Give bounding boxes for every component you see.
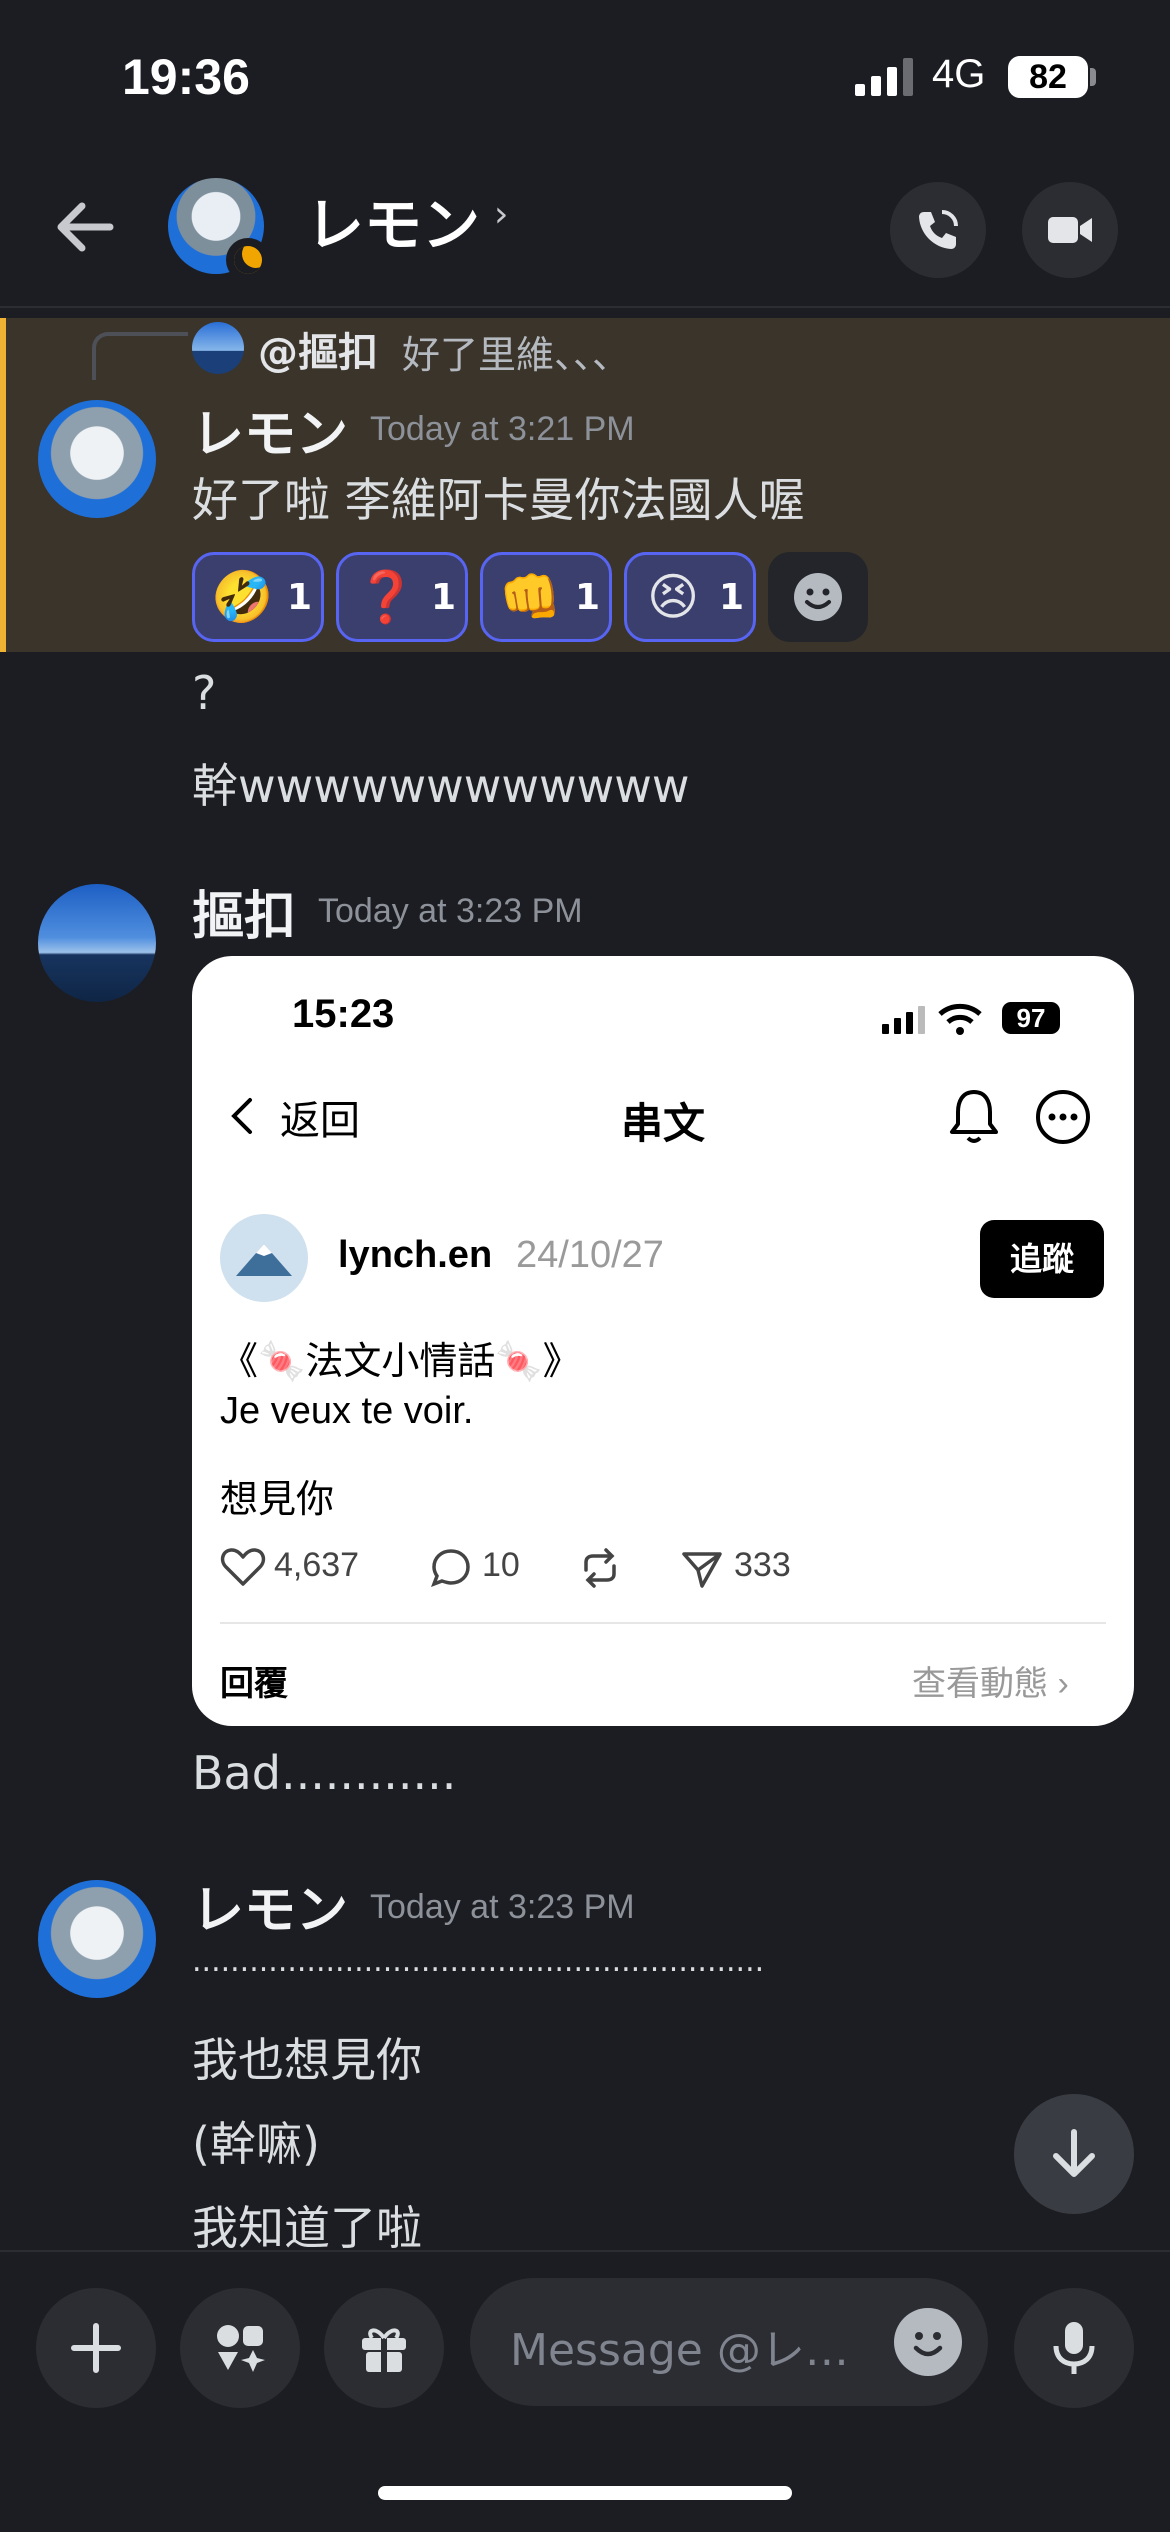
message-author[interactable]: レモン xyxy=(192,1868,348,1943)
share-count: 333 xyxy=(734,1546,791,1584)
reply-snippet[interactable]: 好了里維、、、 xyxy=(402,324,630,379)
reaction-persevere[interactable]: 😣 1 xyxy=(624,552,756,642)
fist-emoji-icon: 👊 xyxy=(499,568,562,626)
signal-icon xyxy=(882,1006,925,1034)
embed-follow-button: 追蹤 xyxy=(980,1220,1104,1298)
microphone-icon xyxy=(1053,2322,1095,2374)
apps-button[interactable] xyxy=(180,2288,300,2408)
reaction-question[interactable]: ❓ 1 xyxy=(336,552,468,642)
add-reaction-button[interactable] xyxy=(768,552,868,642)
phone-icon xyxy=(919,210,958,249)
image-attachment[interactable]: 15:23 97 返回 串文 lynch.en 24/10/27 追蹤 《🍬法文… xyxy=(192,956,1134,1726)
battery-icon: 97 xyxy=(1002,1002,1060,1034)
idle-status-icon xyxy=(226,238,270,282)
embed-reply-label: 回覆 xyxy=(220,1665,288,1703)
divider xyxy=(220,1622,1106,1624)
video-camera-icon xyxy=(1048,217,1092,243)
mountain-icon xyxy=(236,1244,292,1276)
heart-icon xyxy=(220,1548,266,1586)
embed-post-line: 《🍬法文小情話🍬》 xyxy=(220,1341,581,1383)
message-timestamp: Today at 3:21 PM xyxy=(370,410,635,448)
message-author[interactable]: レモン xyxy=(192,392,348,467)
comment-icon xyxy=(431,1549,470,1587)
message-timestamp: Today at 3:23 PM xyxy=(318,892,583,930)
message-text: 幹wwwwwwwwwwww xyxy=(192,759,690,813)
back-arrow-icon[interactable] xyxy=(48,190,122,264)
message-text: ........................................… xyxy=(192,1944,765,1979)
reaction-rofl[interactable]: 🤣 1 xyxy=(192,552,324,642)
smiley-icon xyxy=(794,573,842,621)
question-emoji-icon: ❓ xyxy=(355,568,418,626)
gift-button[interactable] xyxy=(324,2288,444,2408)
avatar[interactable] xyxy=(38,400,156,518)
emoji-picker-icon[interactable] xyxy=(894,2308,962,2376)
reply-connector xyxy=(92,332,188,380)
message-text: Bad............ xyxy=(192,1746,457,1800)
status-bar: 19:36 4G 82 xyxy=(0,0,1170,150)
message-placeholder: Message @レ… xyxy=(510,2325,849,2376)
more-options-icon xyxy=(1036,1090,1090,1144)
battery-tip xyxy=(1090,68,1096,86)
embed-view-activity: 查看動態 › xyxy=(912,1665,1069,1703)
bell-icon xyxy=(950,1090,998,1143)
share-icon xyxy=(682,1552,722,1588)
reaction-count: 1 xyxy=(287,577,313,618)
voice-message-button[interactable] xyxy=(1014,2288,1134,2408)
battery-icon: 82 xyxy=(1008,56,1088,98)
reaction-fist[interactable]: 👊 1 xyxy=(480,552,612,642)
reaction-count: 1 xyxy=(431,577,457,618)
apps-icon xyxy=(217,2325,265,2372)
message-text: (幹嘛) xyxy=(192,2117,320,2171)
embed-post-line: Je veux te voir. xyxy=(220,1390,474,1432)
message-text: 我也想見你 xyxy=(192,2033,422,2087)
add-attachment-button[interactable] xyxy=(36,2288,156,2408)
persevere-emoji-icon: 😣 xyxy=(646,568,700,626)
contact-name[interactable]: レモン xyxy=(306,178,480,262)
rofl-emoji-icon: 🤣 xyxy=(211,568,274,626)
embed-post-line: 想見你 xyxy=(220,1479,335,1521)
message-author[interactable]: 摳扣 xyxy=(192,874,296,949)
message-text: 好了啦 李維阿卡曼你法國人喔 xyxy=(192,473,805,527)
repost-icon xyxy=(584,1548,616,1588)
message-text: ? xyxy=(192,666,217,720)
comment-count: 10 xyxy=(482,1546,520,1584)
avatar[interactable] xyxy=(38,884,156,1002)
avatar[interactable] xyxy=(38,1880,156,1998)
jump-to-bottom-button[interactable] xyxy=(1014,2094,1134,2214)
voice-call-button[interactable] xyxy=(890,182,986,278)
plus-icon xyxy=(71,2323,121,2373)
embed-status-time: 15:23 xyxy=(292,992,395,1036)
status-time: 19:36 xyxy=(122,49,250,105)
reaction-count: 1 xyxy=(575,577,601,618)
embed-date: 24/10/27 xyxy=(516,1234,664,1276)
reply-author[interactable]: @摳扣 xyxy=(258,320,378,378)
reply-avatar xyxy=(192,322,244,374)
gift-icon xyxy=(362,2328,406,2372)
signal-icon xyxy=(855,58,913,96)
video-call-button[interactable] xyxy=(1022,182,1118,278)
chevron-right-icon[interactable]: › xyxy=(494,194,508,235)
home-indicator xyxy=(378,2486,792,2500)
like-count: 4,637 xyxy=(274,1546,360,1584)
message-text: 我知道了啦 xyxy=(192,2201,422,2255)
embed-username: lynch.en xyxy=(338,1234,493,1276)
message-input[interactable]: Message @レ… xyxy=(470,2278,988,2406)
message-timestamp: Today at 3:23 PM xyxy=(370,1888,635,1926)
smiley-icon xyxy=(913,2332,943,2357)
network-label: 4G xyxy=(932,52,986,96)
embed-user-avatar xyxy=(220,1214,308,1302)
arrow-down-icon xyxy=(1053,2129,1095,2177)
reaction-count: 1 xyxy=(719,577,745,618)
chat-header: レモン › xyxy=(0,150,1170,308)
wifi-icon xyxy=(938,1003,982,1035)
